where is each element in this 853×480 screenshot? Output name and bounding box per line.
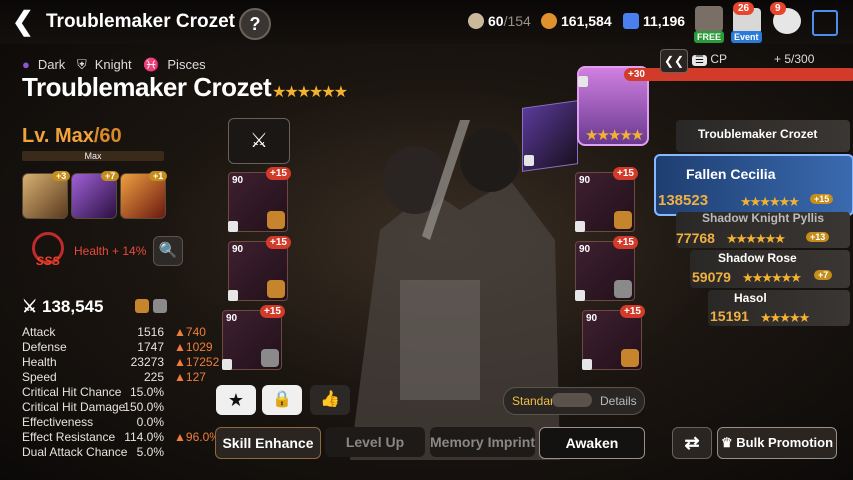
toggle-knob: [552, 393, 592, 407]
artifact-stars: ★★★★★: [585, 127, 644, 144]
bulk-promotion-button[interactable]: ♛ Bulk Promotion: [717, 427, 837, 459]
lock-icon: [575, 221, 585, 232]
crystal-display[interactable]: 11,196: [623, 13, 685, 29]
collapse-roster-icon[interactable]: ❮❮: [660, 49, 688, 73]
lock-icon: [582, 359, 592, 370]
lock-icon: [578, 76, 588, 87]
level-up-button[interactable]: Level Up: [325, 427, 425, 457]
stat-row: Attack 1516 ▲740: [22, 325, 206, 339]
favorite-star-button[interactable]: ★: [216, 385, 256, 415]
set-icon: [267, 280, 285, 298]
back-arrow-icon[interactable]: ❮: [12, 8, 34, 34]
hero-stars: ★★★★★★: [272, 84, 348, 101]
lock-button[interactable]: 🔒: [262, 385, 302, 415]
swords-icon: ⚔: [22, 297, 38, 316]
hero-attributes: ● Dark ⛨ Knight ♓ Pisces: [22, 57, 206, 72]
gold-icon: [541, 13, 557, 29]
like-button[interactable]: 👍: [310, 385, 350, 415]
lock-icon: [228, 221, 238, 232]
roster-item-selected[interactable]: Fallen Cecilia 138523 ★★★★★★ +15: [654, 154, 853, 216]
set-icon: [261, 349, 279, 367]
skill-2-plus: +7: [101, 171, 120, 181]
stat-row: Critical Hit Damage 150.0%: [22, 400, 164, 414]
sort-icon: ☰: [692, 55, 707, 66]
event-badge: Event: [731, 31, 762, 43]
set-icon: [614, 211, 632, 229]
free-summon-icon[interactable]: [695, 6, 723, 32]
search-icon[interactable]: 🔍: [153, 236, 183, 266]
combat-power: ⚔ 138,545: [22, 297, 104, 316]
stat-row: Health 23273 ▲17252: [22, 355, 220, 369]
lock-icon: [228, 290, 238, 301]
imprint-bonus: Health + 14%: [74, 244, 147, 258]
set-icon: [267, 211, 285, 229]
hero-name: Troublemaker Crozet: [22, 72, 272, 102]
stat-row: Effectiveness 0.0%: [22, 415, 164, 429]
lock-icon: [222, 359, 232, 370]
awaken-button[interactable]: Awaken: [539, 427, 645, 459]
skill-enhance-button[interactable]: Skill Enhance: [215, 427, 321, 459]
swap-icon[interactable]: ⇄: [672, 427, 712, 459]
stat-row: Defense 1747 ▲1029: [22, 340, 213, 354]
page-title: Troublemaker Crozet: [46, 11, 235, 32]
stat-row: Speed 225 ▲127: [22, 370, 206, 384]
chat-count-badge: 9: [770, 2, 786, 15]
hero-detail-screen: ❮ Troublemaker Crozet ? 60/154 161,584 1…: [0, 0, 853, 480]
dark-element-icon: ●: [22, 57, 30, 72]
skill-3-plus: +1: [149, 171, 168, 181]
roster-item[interactable]: Shadow Knight Pyllis 77768 ★★★★★★ +13: [676, 211, 850, 248]
skill-1-plus: +3: [52, 171, 71, 181]
stat-row: Critical Hit Chance 15.0%: [22, 385, 164, 399]
crystal-icon: [623, 13, 639, 29]
memory-imprint-button[interactable]: Memory Imprint: [430, 427, 535, 457]
set-icon-1[interactable]: [135, 299, 149, 313]
imprint-grade-icon[interactable]: SSS: [24, 232, 68, 270]
stat-row: Effect Resistance 114.0% ▲96.0%: [22, 430, 220, 444]
sort-filter[interactable]: ☰ CP: [692, 52, 727, 66]
grid-menu-icon[interactable]: [812, 10, 838, 36]
roster-item[interactable]: Troublemaker Crozet: [676, 120, 850, 152]
stats-panel: Attack 1516 ▲740 Defense 1747 ▲1029 Health 23…: [22, 325, 220, 460]
knight-class-icon: ⛨: [76, 57, 87, 72]
hero-count: + 5/300: [774, 52, 815, 66]
view-toggle[interactable]: Standard Details: [503, 387, 645, 415]
set-icon: [614, 280, 632, 298]
stamina-icon: [468, 13, 484, 29]
roster-item[interactable]: Hasol 15191 ★★★★★: [708, 290, 850, 326]
lock-icon: [524, 155, 534, 166]
lock-icon: [575, 290, 585, 301]
pisces-zodiac-icon: ♓: [143, 57, 160, 72]
hero-level: Lv. Max/60: [22, 125, 122, 147]
free-badge: FREE: [694, 31, 725, 43]
stat-row: Dual Attack Chance 5.0%: [22, 445, 164, 459]
gold-display[interactable]: 161,584: [541, 13, 612, 29]
set-icon-2[interactable]: [153, 299, 167, 313]
event-count-badge: 26: [733, 2, 755, 15]
set-icon: [621, 349, 639, 367]
artifact-plus: +30: [624, 68, 853, 81]
equip-preset-icon[interactable]: ⚔: [228, 118, 290, 164]
roster-item[interactable]: Shadow Rose 59079 ★★★★★★ +7: [690, 250, 850, 288]
promotion-icon: ♛: [720, 435, 733, 450]
exp-bar: Max: [22, 151, 164, 161]
help-button[interactable]: ?: [239, 8, 271, 40]
stamina-display[interactable]: 60/154: [468, 13, 531, 29]
